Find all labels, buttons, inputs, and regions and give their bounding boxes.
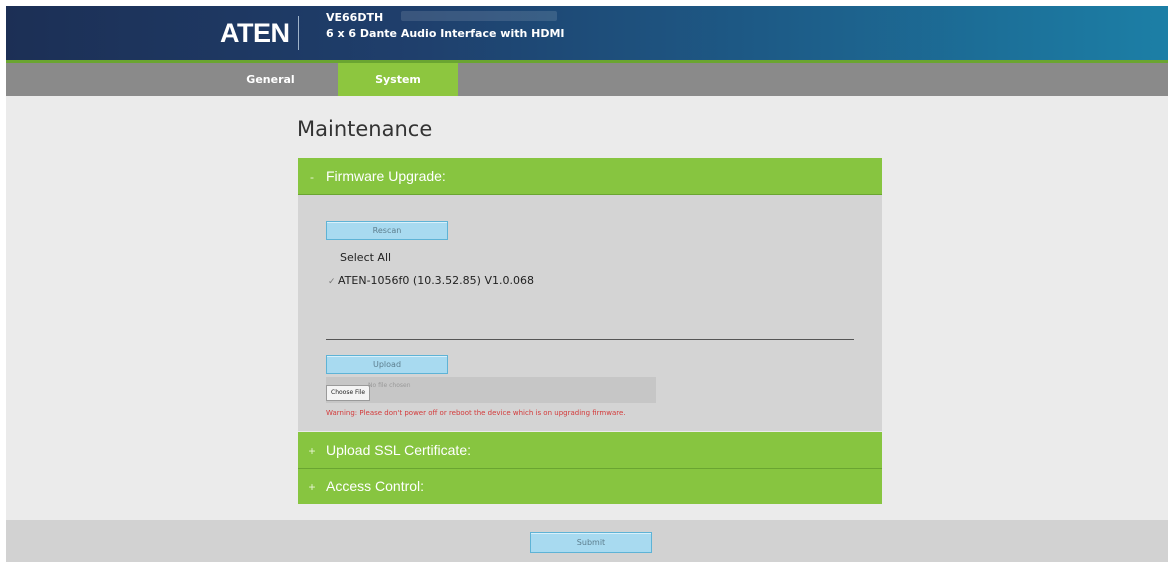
device-label: ATEN-1056f0 (10.3.52.85) V1.0.068 — [338, 274, 534, 287]
ssl-certificate-header[interactable]: + Upload SSL Certificate: — [298, 432, 882, 469]
footer-bar: Submit — [6, 520, 1168, 562]
expand-icon: + — [308, 444, 316, 458]
tab-general[interactable]: General — [218, 63, 323, 96]
select-all-option[interactable]: Select All — [340, 251, 391, 264]
ssl-certificate-panel: + Upload SSL Certificate: — [298, 432, 882, 469]
firmware-upgrade-body: Rescan Select All ✓ ATEN-1056f0 (10.3.52.… — [298, 195, 882, 431]
firmware-upgrade-panel: - Firmware Upgrade: Rescan Select All ✓ AT… — [298, 158, 882, 431]
rescan-button[interactable]: Rescan — [326, 221, 448, 240]
choose-file-button[interactable]: Choose File — [326, 385, 371, 401]
nav-bar: General System — [6, 63, 1168, 96]
firmware-upgrade-header[interactable]: - Firmware Upgrade: — [298, 158, 882, 195]
access-control-title: Access Control: — [326, 478, 425, 494]
check-icon: ✓ — [328, 277, 336, 287]
ssl-certificate-title: Upload SSL Certificate: — [326, 442, 471, 458]
firmware-upgrade-title: Firmware Upgrade: — [326, 168, 446, 184]
upload-button[interactable]: Upload — [326, 355, 448, 374]
product-description: 6 x 6 Dante Audio Interface with HDMI — [326, 27, 565, 40]
collapse-icon: - — [310, 170, 314, 184]
header-redacted-area — [401, 11, 557, 21]
no-file-text: No file chosen — [368, 382, 411, 389]
aten-logo: ATEN — [220, 16, 299, 50]
submit-button[interactable]: Submit — [530, 532, 652, 553]
device-list-item[interactable]: ✓ ATEN-1056f0 (10.3.52.85) V1.0.068 — [328, 274, 534, 287]
app-frame: ATEN VE66DTH 6 x 6 Dante Audio Interface… — [6, 6, 1168, 562]
file-input-field: Choose File No file chosen — [326, 377, 656, 403]
product-model: VE66DTH — [326, 11, 384, 24]
header-bar: ATEN VE66DTH 6 x 6 Dante Audio Interface… — [6, 6, 1168, 63]
tab-system[interactable]: System — [338, 63, 458, 96]
page-title: Maintenance — [297, 117, 433, 141]
access-control-header[interactable]: + Access Control: — [298, 469, 882, 504]
expand-icon: + — [308, 480, 316, 494]
section-divider — [326, 339, 854, 340]
upgrade-warning-text: Warning: Please don't power off or reboo… — [326, 409, 626, 417]
access-control-panel: + Access Control: — [298, 469, 882, 504]
